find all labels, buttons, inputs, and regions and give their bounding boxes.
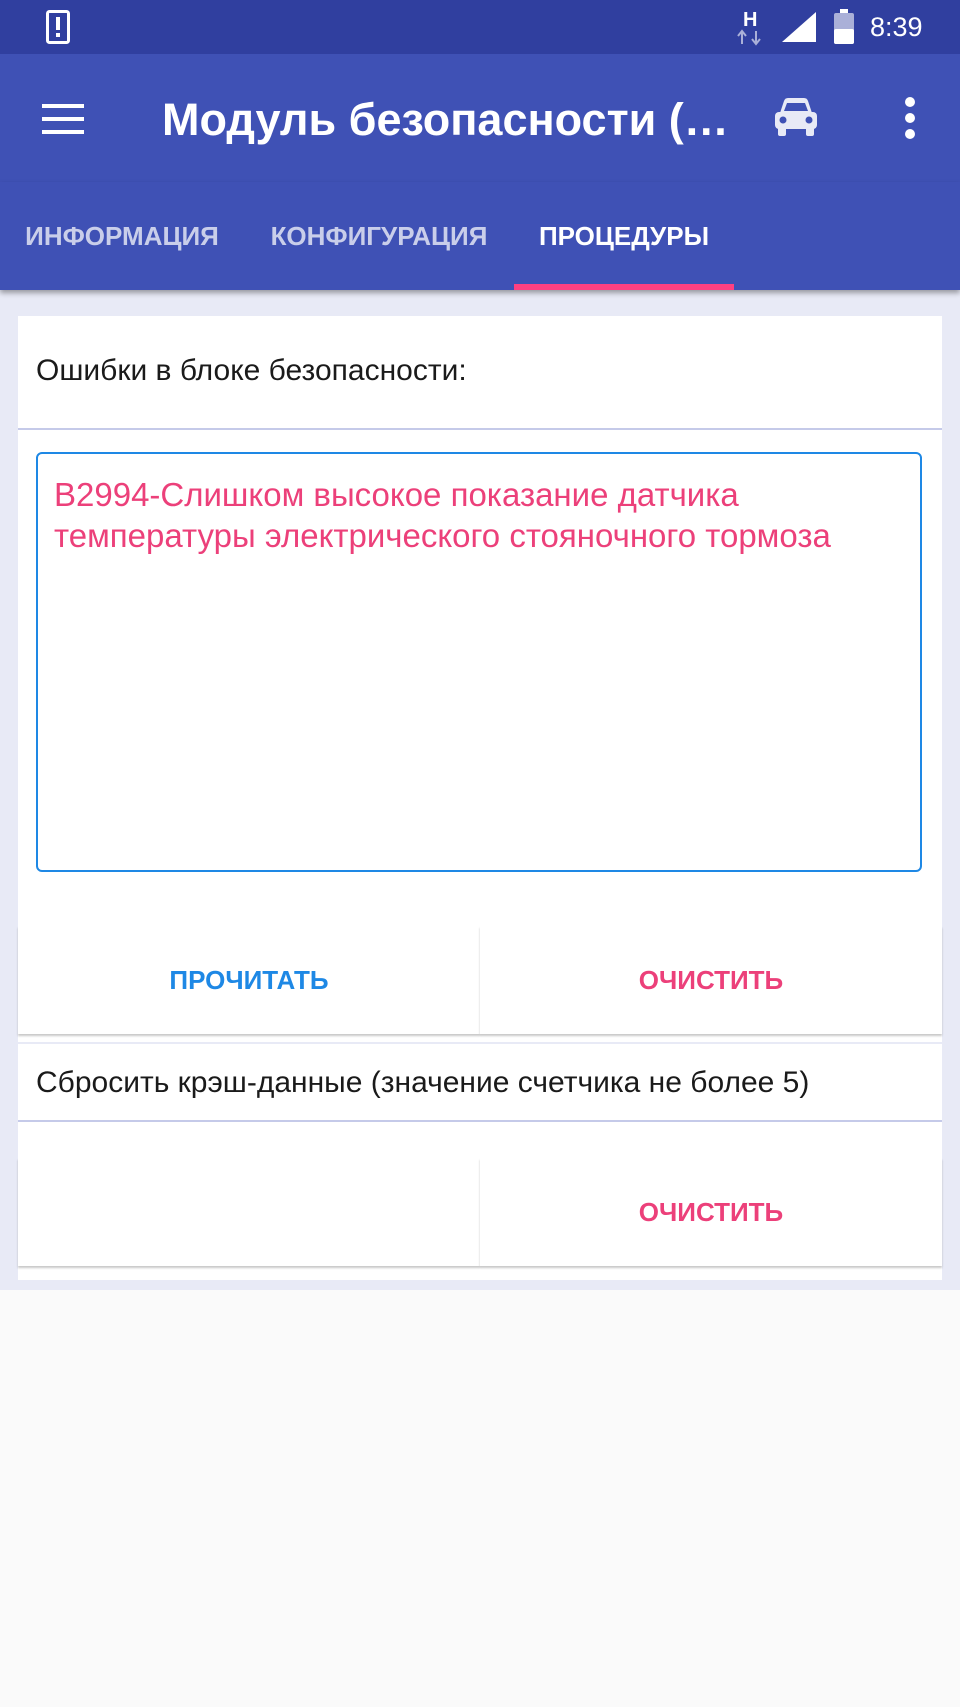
- alert-icon: [46, 10, 70, 44]
- tab-procedures[interactable]: ПРОЦЕДУРЫ: [514, 182, 734, 290]
- menu-icon[interactable]: [40, 102, 86, 136]
- clear-errors-label: ОЧИСТИТЬ: [638, 965, 784, 995]
- more-vert-icon[interactable]: [900, 96, 920, 140]
- tab-configuration[interactable]: КОНФИГУРАЦИЯ: [244, 182, 514, 290]
- battery-icon: [834, 9, 854, 44]
- errors-card: Ошибки в блоке безопасности: B2994-Слишк…: [18, 316, 942, 1042]
- empty-button-cell: [18, 1158, 480, 1266]
- clear-crash-data-button[interactable]: ОЧИСТИТЬ: [480, 1158, 942, 1266]
- divider: [18, 1120, 942, 1122]
- page-title: Модуль безопасности (R…: [162, 94, 732, 145]
- divider: [18, 428, 942, 430]
- error-codes-field[interactable]: B2994-Слишком высокое показание датчика …: [36, 452, 922, 872]
- signal-icon: [782, 12, 816, 42]
- crash-section-label: Сбросить крэш-данные (значение счетчика …: [36, 1066, 810, 1099]
- read-errors-label: ПРОЧИТАТЬ: [169, 965, 329, 995]
- tab-bar: ИНФОРМАЦИЯ КОНФИГУРАЦИЯ ПРОЦЕДУРЫ: [0, 182, 960, 290]
- car-icon[interactable]: [772, 95, 820, 139]
- tab-indicator: [514, 284, 734, 290]
- content-area: Ошибки в блоке безопасности: B2994-Слишк…: [0, 290, 960, 1290]
- crash-data-card: Сбросить крэш-данные (значение счетчика …: [18, 1044, 942, 1280]
- clear-crash-data-label: ОЧИСТИТЬ: [638, 1197, 784, 1227]
- read-errors-button[interactable]: ПРОЧИТАТЬ: [18, 926, 480, 1034]
- status-bar: H 8:39: [0, 0, 960, 54]
- tab-information[interactable]: ИНФОРМАЦИЯ: [0, 182, 244, 290]
- app-toolbar: Модуль безопасности (R…: [0, 54, 960, 182]
- clock: 8:39: [870, 12, 923, 42]
- clear-errors-button[interactable]: ОЧИСТИТЬ: [480, 926, 942, 1034]
- errors-section-label: Ошибки в блоке безопасности:: [36, 354, 467, 387]
- svg-text:H: H: [743, 9, 757, 31]
- network-h-icon: H: [737, 9, 761, 46]
